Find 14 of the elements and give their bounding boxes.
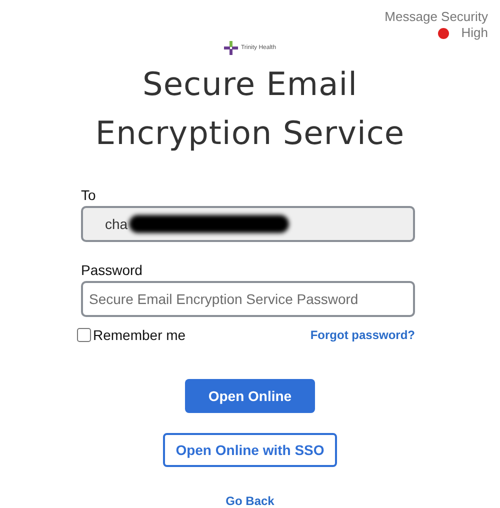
recipient-field[interactable]: cha — [81, 206, 415, 242]
security-level: High — [461, 25, 488, 41]
field-label: Password — [81, 261, 144, 279]
forgot-password-link[interactable]: Forgot password? — [310, 328, 415, 342]
cross-logo-icon — [224, 41, 238, 55]
sso-button[interactable]: Open Online with SSO — [162, 433, 338, 467]
remember-checkbox[interactable] — [77, 328, 91, 342]
page-title: Secure Email Encryption Service — [94, 64, 406, 154]
checkbox-label: Remember me — [93, 327, 186, 343]
security-label: Message Security — [384, 9, 488, 25]
open-online-button[interactable]: Open Online — [184, 379, 315, 413]
password-field[interactable]: Secure Email Encryption Service Password — [81, 281, 415, 317]
field-label: To — [81, 186, 97, 204]
go-back-link[interactable]: Go Back — [226, 494, 274, 508]
